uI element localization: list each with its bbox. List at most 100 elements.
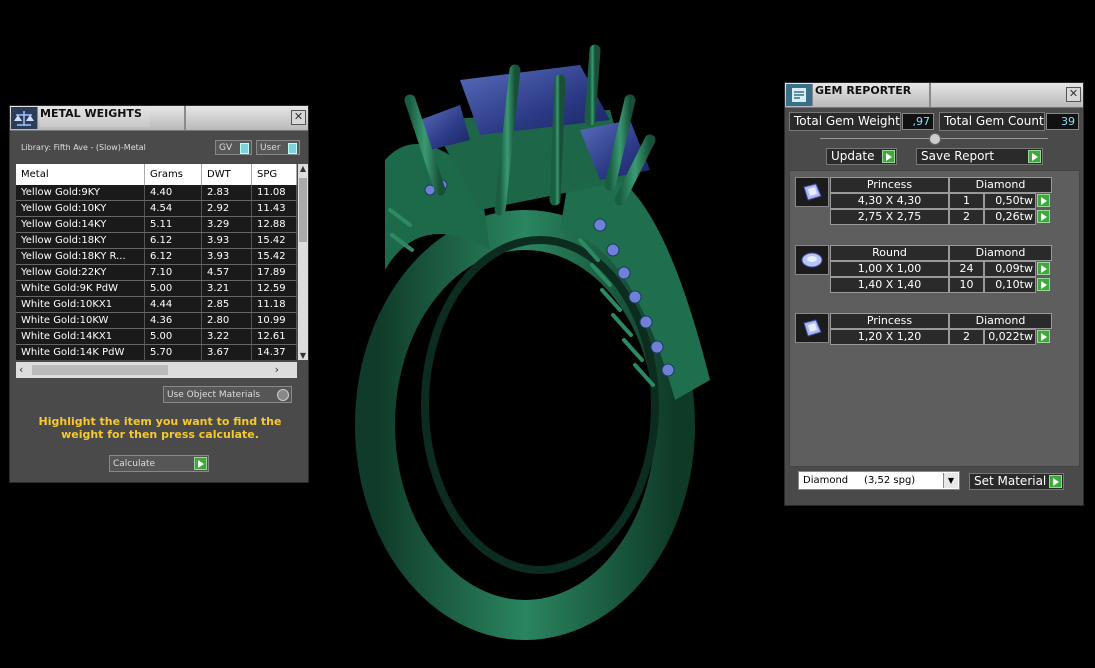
- titlebar-divider: [184, 106, 186, 130]
- set-material-button[interactable]: Set Material: [969, 473, 1064, 490]
- gv-toggle-label: GV: [219, 143, 233, 153]
- grams-cell: 6.12: [145, 233, 202, 248]
- table-row[interactable]: Yellow Gold:18KY 6.12 3.93 15.42: [16, 233, 297, 249]
- instruction-text: Highlight the item you want to find the …: [38, 415, 282, 441]
- material-select-value: Diamond (3,52 spg): [803, 475, 916, 486]
- gem-count-cell: 24: [949, 261, 984, 277]
- scroll-left-icon[interactable]: ‹: [19, 363, 23, 376]
- gem-material-cell: Diamond: [949, 245, 1052, 261]
- spg-cell: 14.37: [252, 345, 297, 360]
- gem-count-cell: 10: [949, 277, 984, 293]
- update-label: Update: [831, 149, 875, 163]
- column-header-dwt[interactable]: DWT: [202, 164, 252, 185]
- total-gem-count-value: 39: [1046, 113, 1079, 130]
- material-select[interactable]: Diamond (3,52 spg) ▼: [798, 471, 960, 490]
- dwt-cell: 3.67: [202, 345, 252, 360]
- gem-weight-cell: 0,50tw: [984, 193, 1036, 209]
- play-icon: [1028, 150, 1041, 163]
- metal-name-cell: White Gold:10KX1: [16, 297, 145, 312]
- gem-reporter-panel: GEM REPORTER ✕ Total Gem Weight ,97 Tota…: [784, 82, 1084, 506]
- close-button[interactable]: ✕: [1066, 87, 1081, 102]
- select-gem-button[interactable]: [1037, 278, 1050, 291]
- metal-name-cell: Yellow Gold:10KY: [16, 201, 145, 216]
- scroll-thumb[interactable]: [32, 365, 168, 375]
- table-row[interactable]: White Gold:10KW 4.36 2.80 10.99: [16, 313, 297, 329]
- grams-cell: 6.12: [145, 249, 202, 264]
- scroll-right-icon[interactable]: ›: [275, 363, 279, 376]
- gem-reporter-titlebar[interactable]: GEM REPORTER ✕: [785, 83, 1083, 108]
- total-gem-weight-value: ,97: [902, 113, 934, 130]
- calculate-button[interactable]: Calculate: [109, 455, 209, 472]
- table-row[interactable]: White Gold:14K PdW 5.70 3.67 14.37: [16, 345, 297, 360]
- round-gem-icon: [795, 245, 829, 275]
- library-label: Library: Fifth Ave - (Slow)-Metal: [21, 143, 146, 152]
- horizontal-scrollbar[interactable]: ‹ ›: [16, 362, 297, 378]
- spg-cell: 15.42: [252, 233, 297, 248]
- scroll-up-icon[interactable]: ▲: [298, 164, 308, 173]
- ring-viewport[interactable]: [330, 10, 750, 660]
- table-row[interactable]: Yellow Gold:22KY 7.10 4.57 17.89: [16, 265, 297, 281]
- scroll-thumb[interactable]: [299, 178, 307, 242]
- princess-gem-icon: [795, 313, 829, 343]
- save-report-label: Save Report: [921, 149, 995, 163]
- gem-list[interactable]: Princess Diamond 4,30 X 4,30 1 0,50tw 2,75 X …: [789, 170, 1080, 467]
- report-icon: [786, 84, 813, 106]
- table-row[interactable]: Yellow Gold:10KY 4.54 2.92 11.43: [16, 201, 297, 217]
- grams-cell: 4.44: [145, 297, 202, 312]
- dwt-cell: 2.92: [202, 201, 252, 216]
- spg-cell: 11.43: [252, 201, 297, 216]
- table-row[interactable]: White Gold:10KX1 4.44 2.85 11.18: [16, 297, 297, 313]
- grams-cell: 5.00: [145, 329, 202, 344]
- select-gem-button[interactable]: [1037, 262, 1050, 275]
- grams-cell: 5.11: [145, 217, 202, 232]
- total-gem-count-label: Total Gem Count: [939, 112, 1045, 131]
- save-report-button[interactable]: Save Report: [916, 148, 1043, 165]
- select-gem-button[interactable]: [1037, 194, 1050, 207]
- dwt-cell: 2.80: [202, 313, 252, 328]
- user-toggle-label: User: [260, 143, 281, 153]
- select-gem-button[interactable]: [1037, 210, 1050, 223]
- play-icon: [194, 457, 207, 470]
- spg-cell: 12.59: [252, 281, 297, 296]
- metal-weights-titlebar[interactable]: METAL WEIGHTS ✕: [10, 106, 308, 131]
- gem-weight-cell: 0,022tw: [984, 329, 1036, 345]
- metal-weights-panel: METAL WEIGHTS ✕ Library: Fifth Ave - (Sl…: [9, 105, 309, 483]
- slider-knob[interactable]: [929, 133, 941, 145]
- column-header-metal[interactable]: Metal: [16, 164, 145, 185]
- spg-cell: 17.89: [252, 265, 297, 280]
- vertical-scrollbar[interactable]: ▲ ▼: [298, 164, 308, 360]
- metal-name-cell: White Gold:14K PdW: [16, 345, 145, 360]
- gem-weight-cell: 0,10tw: [984, 277, 1036, 293]
- metal-table[interactable]: Metal Grams DWT SPG Yellow Gold:9KY 4.40 2…: [16, 164, 297, 360]
- user-toggle[interactable]: User: [256, 140, 300, 155]
- select-gem-button[interactable]: [1037, 330, 1050, 343]
- gem-weight-cell: 0,09tw: [984, 261, 1036, 277]
- chevron-down-icon[interactable]: ▼: [943, 473, 958, 488]
- table-row[interactable]: Yellow Gold:18KY R... 6.12 3.93 15.42: [16, 249, 297, 265]
- dwt-cell: 2.85: [202, 297, 252, 312]
- table-row[interactable]: Yellow Gold:14KY 5.11 3.29 12.88: [16, 217, 297, 233]
- gv-toggle[interactable]: GV: [215, 140, 252, 155]
- panel-title: METAL WEIGHTS: [40, 106, 150, 127]
- calculate-label: Calculate: [113, 459, 156, 469]
- dwt-cell: 4.57: [202, 265, 252, 280]
- column-header-grams[interactable]: Grams: [145, 164, 202, 185]
- gem-count-cell: 2: [949, 209, 984, 225]
- table-row[interactable]: White Gold:14KX1 5.00 3.22 12.61: [16, 329, 297, 345]
- metal-name-cell: Yellow Gold:14KY: [16, 217, 145, 232]
- use-object-materials-toggle[interactable]: Use Object Materials: [163, 386, 292, 403]
- update-button[interactable]: Update: [826, 148, 897, 165]
- gem-size-cell: 1,00 X 1,00: [830, 261, 949, 277]
- metal-name-cell: Yellow Gold:9KY: [16, 185, 145, 200]
- close-button[interactable]: ✕: [291, 110, 306, 125]
- gem-shape-cell: Princess: [830, 177, 949, 193]
- set-material-label: Set Material: [974, 474, 1047, 488]
- gem-shape-cell: Round: [830, 245, 949, 261]
- column-header-spg[interactable]: SPG: [252, 164, 297, 185]
- spg-cell: 10.99: [252, 313, 297, 328]
- gem-size-cell: 1,40 X 1,40: [830, 277, 949, 293]
- table-row[interactable]: White Gold:9K PdW 5.00 3.21 12.59: [16, 281, 297, 297]
- scroll-down-icon[interactable]: ▼: [298, 351, 308, 360]
- spg-cell: 11.18: [252, 297, 297, 312]
- table-row[interactable]: Yellow Gold:9KY 4.40 2.83 11.08: [16, 185, 297, 201]
